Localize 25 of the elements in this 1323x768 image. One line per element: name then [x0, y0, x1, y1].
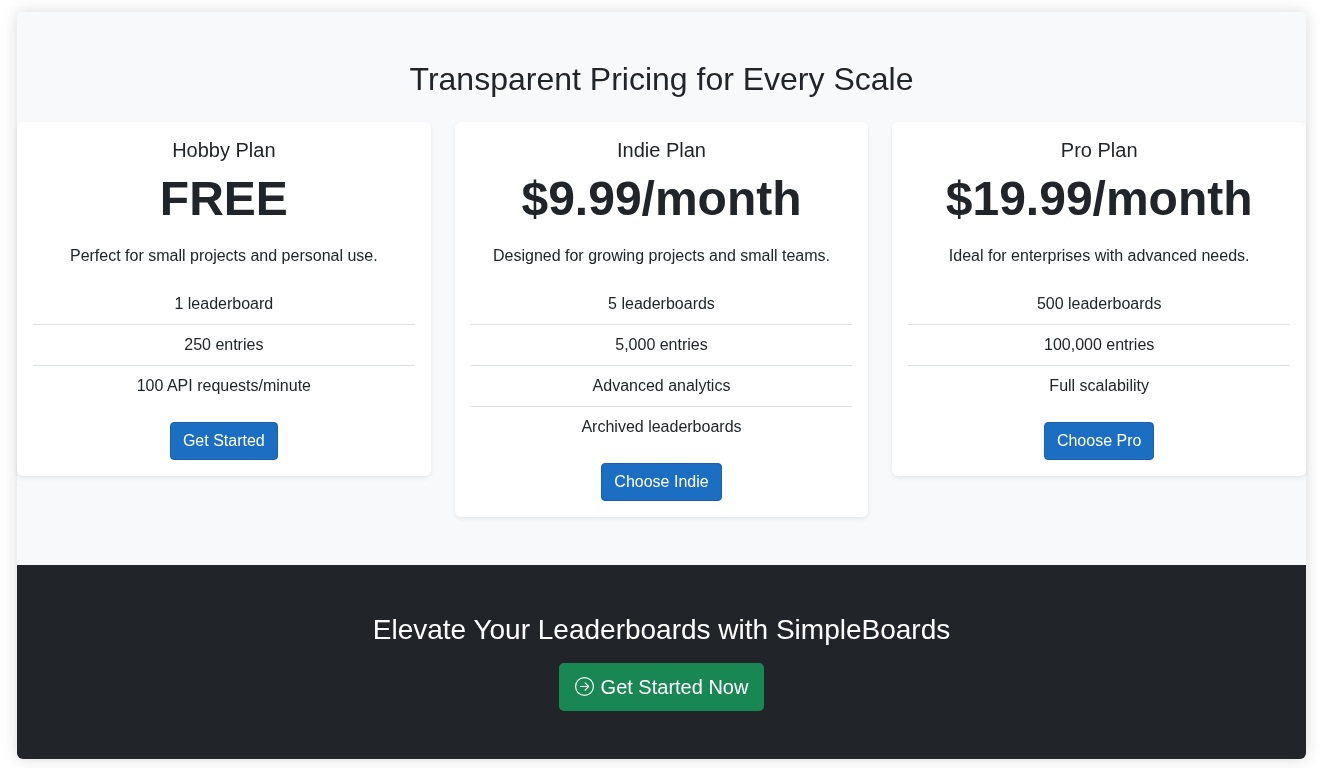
plan-price: $9.99/month — [521, 171, 802, 228]
plan-button[interactable]: Choose Indie — [601, 463, 722, 501]
plan-feature: 100,000 entries — [1044, 336, 1155, 353]
cta-title: Elevate Your Leaderboards with SimpleBoards — [372, 613, 951, 647]
plan-feature: 1 leaderboard — [174, 295, 274, 312]
plan-name: Indie Plan — [617, 138, 706, 163]
plan-price: FREE — [159, 171, 288, 228]
plan-feature: Advanced analytics — [592, 377, 731, 394]
plan-feature: 250 entries — [184, 336, 264, 353]
plan-feature: Archived leaderboards — [581, 418, 742, 435]
plan-price: $19.99/month — [945, 171, 1253, 228]
plan-button[interactable]: Choose Pro — [1043, 422, 1155, 460]
plan-name: Pro Plan — [1060, 138, 1138, 163]
plan-feature: 5,000 entries — [615, 336, 708, 353]
cta-button[interactable]: Get Started Now — [558, 662, 765, 711]
plan-feature: 5 leaderboards — [608, 295, 715, 312]
plan-feature: Full scalability — [1049, 377, 1149, 394]
plan-button[interactable]: Get Started — [169, 422, 278, 460]
plan-feature: 500 leaderboards — [1036, 295, 1162, 312]
plan-description: Perfect for small projects and personal use. — [69, 246, 378, 266]
section-title: Transparent Pricing for Every Scale — [409, 60, 914, 99]
plan-feature: 100 API requests/minute — [136, 377, 311, 394]
plan-description: Designed for growing projects and small teams. — [492, 246, 830, 266]
plan-name: Hobby Plan — [172, 138, 276, 163]
plan-description: Ideal for enterprises with advanced needs. — [948, 246, 1250, 266]
